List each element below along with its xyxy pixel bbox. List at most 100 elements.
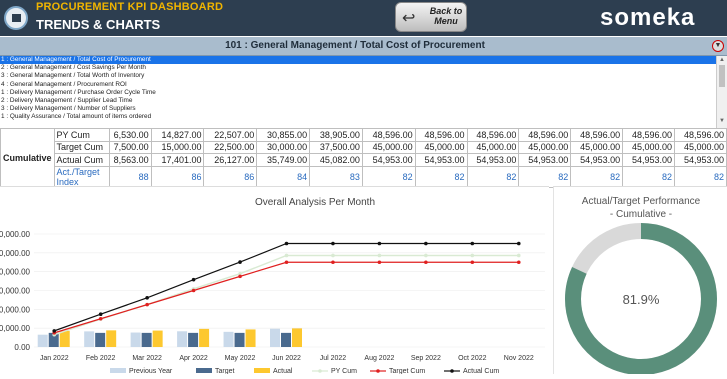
legend-swatch xyxy=(196,368,212,373)
table-cell: 30,000.00 xyxy=(256,140,311,154)
dropdown-option[interactable]: 2 : Delivery Management / Supplier Lead … xyxy=(0,97,716,105)
table-cell: 45,000.00 xyxy=(518,140,572,154)
dropdown-option[interactable]: 4 : General Management / Procurement ROI xyxy=(0,81,716,89)
table-cell: 45,082.00 xyxy=(309,153,363,167)
x-tick-label: Feb 2022 xyxy=(86,355,116,362)
table-cell: 54,953.00 xyxy=(674,153,727,167)
dropdown-arrow-icon[interactable]: ▼ xyxy=(712,40,724,52)
dropdown-option[interactable]: 3 : Delivery Management / Number of Supp… xyxy=(0,105,716,113)
kpi-dropdown-list[interactable]: 1 : General Management / Total Cost of P… xyxy=(0,56,716,128)
header-bar: PROCUREMENT KPI DASHBOARD TRENDS & CHART… xyxy=(0,0,727,36)
table-cell: 37,500.00 xyxy=(309,140,363,154)
y-tick-label: 40,000.00 xyxy=(0,268,31,277)
x-tick-label: Jan 2022 xyxy=(40,355,69,362)
point-py-cum xyxy=(424,253,428,258)
line-py-cum xyxy=(53,254,519,336)
table-cell: 54,953.00 xyxy=(414,153,468,167)
table-cell: 22,500.00 xyxy=(203,140,258,154)
y-tick-label: 20,000.00 xyxy=(0,305,31,314)
table-cell: 48,596.00 xyxy=(622,128,676,142)
x-tick-label: Oct 2022 xyxy=(458,355,487,362)
table-cell: 48,596.00 xyxy=(361,128,416,142)
bar-actual xyxy=(152,330,163,347)
chart-title: Overall Analysis Per Month xyxy=(255,197,375,208)
dropdown-option[interactable]: 1 : Delivery Management / Purchase Order… xyxy=(0,89,716,97)
scroll-up-icon[interactable]: ▲ xyxy=(719,57,725,63)
dashboard-logo-icon xyxy=(4,6,28,30)
dropdown-option[interactable]: 1 : General Management / Total Cost of P… xyxy=(0,56,716,65)
point-actual-cum xyxy=(52,329,57,333)
scroll-down-icon[interactable]: ▼ xyxy=(719,118,725,124)
cumulative-table: Cumulative PY Cum 6,530.00 14,827.00 22,507.… xyxy=(0,128,727,188)
table-cell: 45,000.00 xyxy=(466,140,520,154)
point-target-cum xyxy=(98,316,103,321)
dropdown-option[interactable]: 2 : General Management / Cost Savings Pe… xyxy=(0,64,716,72)
table-cell: 82 xyxy=(361,165,416,188)
bar-actual xyxy=(245,329,256,347)
point-target-cum xyxy=(284,260,289,265)
legend-label: Target xyxy=(215,368,235,374)
bar-target xyxy=(234,332,245,347)
bar-target xyxy=(95,332,106,347)
point-actual-cum xyxy=(516,241,521,246)
kpi-selector[interactable]: 101 : General Management / Total Cost of… xyxy=(0,37,727,56)
table-cell: 14,827.00 xyxy=(150,128,205,142)
bar-actual xyxy=(292,328,302,347)
point-actual-cum xyxy=(331,241,335,246)
point-py-cum xyxy=(470,253,475,258)
bar-previous-year xyxy=(177,331,188,347)
bar-previous-year xyxy=(223,331,234,347)
y-tick-label: 0.00 xyxy=(14,343,30,352)
point-target-cum xyxy=(470,260,475,265)
back-arrow-icon: ↩ xyxy=(402,10,416,27)
table-row-label: Actual Cum xyxy=(53,153,111,167)
x-tick-label: Sep 2022 xyxy=(411,355,441,362)
bar-previous-year xyxy=(37,334,48,347)
legend-label: Actual xyxy=(273,368,293,374)
x-tick-label: May 2022 xyxy=(225,355,256,362)
table-cell: 35,749.00 xyxy=(256,153,311,167)
x-tick-label: Nov 2022 xyxy=(504,355,534,362)
point-actual-cum xyxy=(238,260,242,264)
point-actual-cum xyxy=(145,295,149,300)
x-tick-label: Jun 2022 xyxy=(272,355,301,362)
point-target-cum xyxy=(331,260,335,265)
table-cell: 84 xyxy=(256,165,311,188)
point-actual-cum xyxy=(377,241,382,246)
point-target-cum xyxy=(424,260,428,265)
cumulative-group-label: Cumulative xyxy=(0,128,55,188)
point-py-cum xyxy=(377,253,382,258)
table-cell: 88 xyxy=(109,165,152,188)
table-cell: 38,905.00 xyxy=(309,128,363,142)
bar-target xyxy=(188,332,199,347)
legend-swatch xyxy=(254,368,270,373)
dropdown-scrollbar[interactable]: ▲ ▼ xyxy=(716,56,727,128)
legend-marker xyxy=(450,369,454,373)
point-target-cum xyxy=(145,302,149,307)
dropdown-option[interactable]: 1 : Quality Assurance / Total amount of … xyxy=(0,113,716,121)
dropdown-option[interactable]: 3 : General Management / Total Worth of … xyxy=(0,72,716,80)
x-tick-label: Apr 2022 xyxy=(179,355,208,362)
table-cell: 82 xyxy=(466,165,520,188)
scroll-thumb[interactable] xyxy=(719,65,725,87)
back-to-menu-button[interactable]: ↩ Back to Menu xyxy=(395,2,467,32)
point-target-cum xyxy=(191,288,196,293)
performance-panel: Actual/Target Performance - Cumulative -… xyxy=(553,186,727,375)
table-row: Target Cum 7,500.00 15,000.00 22,500.00 30,0… xyxy=(1,140,727,154)
table-cell: 54,953.00 xyxy=(361,153,416,167)
donut-value-label: 81.9% xyxy=(623,292,660,307)
bar-actual xyxy=(106,330,117,347)
performance-title-text: Actual/Target Performance xyxy=(581,196,701,207)
point-py-cum xyxy=(284,253,289,258)
back-to-menu-label: Back to Menu xyxy=(429,6,463,26)
y-tick-label: 50,000.00 xyxy=(0,249,31,258)
point-py-cum xyxy=(331,253,335,258)
y-tick-label: 10,000.00 xyxy=(0,324,31,333)
point-target-cum xyxy=(377,260,382,265)
bar-previous-year xyxy=(130,332,141,347)
legend-swatch xyxy=(110,368,126,373)
table-cell: 45,000.00 xyxy=(414,140,468,154)
table-cell: 48,596.00 xyxy=(466,128,520,142)
legend-label: PY Cum xyxy=(331,368,357,374)
table-row-label: Target Cum xyxy=(53,140,111,154)
